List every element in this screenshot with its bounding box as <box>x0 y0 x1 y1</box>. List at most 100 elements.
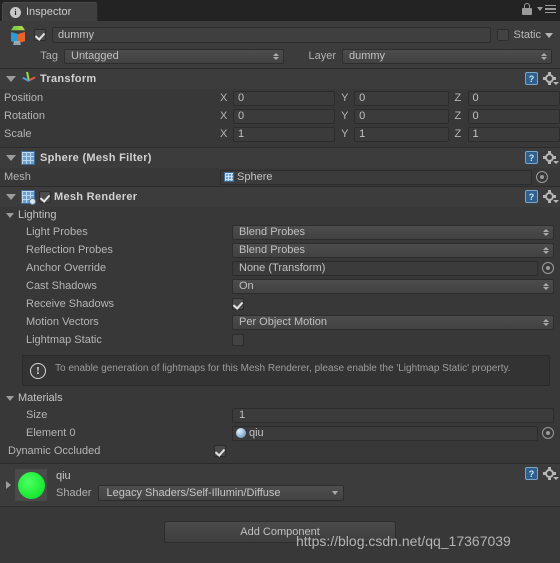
transform-axes-icon <box>21 71 36 87</box>
property-label: Element 0 <box>26 427 76 439</box>
property-label: Reflection Probes <box>26 244 113 256</box>
foldout-arrow-icon[interactable] <box>6 395 14 401</box>
gear-icon[interactable] <box>543 190 559 203</box>
help-icon[interactable]: ? <box>525 151 538 164</box>
hamburger-menu-icon[interactable] <box>537 4 556 14</box>
component-header-mesh-renderer[interactable]: Mesh Renderer ? <box>0 187 560 207</box>
warning-icon: ! <box>30 363 46 379</box>
dynamic-occluded-checkbox[interactable] <box>214 445 226 457</box>
scale-z-input[interactable]: 1 <box>467 126 560 142</box>
rotation-y-input[interactable]: 0 <box>354 108 449 124</box>
static-dropdown-icon[interactable] <box>545 32 553 38</box>
axis-label-y: Y <box>341 110 349 122</box>
component-header-actions: ? <box>525 190 559 203</box>
foldout-arrow-icon[interactable] <box>6 194 16 200</box>
motion-vectors-dropdown[interactable]: Per Object Motion <box>232 314 554 330</box>
gear-icon[interactable] <box>543 151 559 164</box>
object-picker-icon[interactable] <box>542 427 554 439</box>
section-lighting[interactable]: Lighting <box>0 207 560 223</box>
axis-label-z: Z <box>454 92 462 104</box>
property-label: Size <box>26 409 48 421</box>
materials-size-input[interactable]: 1 <box>232 407 554 423</box>
chevron-updown-icon <box>543 282 549 290</box>
property-label: Cast Shadows <box>26 280 97 292</box>
section-materials[interactable]: Materials <box>0 390 560 406</box>
material-shader-row: Shader Legacy Shaders/Self-Illumin/Diffu… <box>56 484 345 501</box>
static-checkbox[interactable] <box>497 29 510 41</box>
row-receive-shadows: Receive Shadows <box>0 295 560 313</box>
static-toggle-group: Static <box>497 29 553 41</box>
light-probes-dropdown[interactable]: Blend Probes <box>232 224 554 240</box>
divider <box>0 506 560 507</box>
component-header-transform[interactable]: Transform ? <box>0 69 560 89</box>
component-title-mesh-filter: Sphere (Mesh Filter) <box>40 152 152 164</box>
scale-y-input[interactable]: 1 <box>354 126 449 142</box>
help-icon[interactable]: ? <box>525 190 538 203</box>
gear-icon[interactable] <box>543 467 559 480</box>
layer-dropdown-value: dummy <box>349 50 386 62</box>
chevron-updown-icon <box>543 228 549 236</box>
lock-icon[interactable] <box>522 3 532 15</box>
tag-dropdown-value: Untagged <box>71 50 119 62</box>
shader-dropdown[interactable]: Legacy Shaders/Self-Illumin/Diffuse <box>98 484 345 501</box>
foldout-arrow-icon[interactable] <box>6 481 11 489</box>
position-y-input[interactable]: 0 <box>354 90 449 106</box>
scale-x-input[interactable]: 1 <box>233 126 336 142</box>
foldout-arrow-icon[interactable] <box>6 76 16 82</box>
gameobject-name-row: dummy Static <box>4 26 556 45</box>
component-header-actions: ? <box>525 72 559 85</box>
property-label: Rotation <box>4 110 45 122</box>
mesh-renderer-enabled-checkbox[interactable] <box>39 191 51 203</box>
chevron-down-icon <box>332 490 339 495</box>
mesh-renderer-body: Lighting Light Probes Blend Probes Refle… <box>0 207 560 463</box>
position-x-input[interactable]: 0 <box>233 90 336 106</box>
anchor-override-object-field[interactable]: None (Transform) <box>232 260 538 276</box>
light-probes-value: Blend Probes <box>239 226 306 238</box>
row-anchor-override: Anchor Override None (Transform) <box>0 259 560 277</box>
help-icon[interactable]: ? <box>525 72 538 85</box>
position-z-input[interactable]: 0 <box>467 90 560 106</box>
component-header-mesh-filter[interactable]: Sphere (Mesh Filter) ? <box>0 148 560 168</box>
anchor-override-value: None (Transform) <box>239 262 326 274</box>
axis-label-z: Z <box>454 128 462 140</box>
row-reflection-probes: Reflection Probes Blend Probes <box>0 241 560 259</box>
lightmap-static-checkbox[interactable] <box>232 334 244 346</box>
material-info: qiu Shader Legacy Shaders/Self-Illumin/D… <box>56 469 345 501</box>
row-motion-vectors: Motion Vectors Per Object Motion <box>0 313 560 331</box>
rotation-z-input[interactable]: 0 <box>467 108 560 124</box>
gameobject-active-checkbox[interactable] <box>34 29 46 41</box>
foldout-arrow-icon[interactable] <box>6 212 14 218</box>
info-icon: i <box>10 6 21 18</box>
gear-icon[interactable] <box>543 72 559 85</box>
property-label: Receive Shadows <box>26 298 115 310</box>
bottom-bar <box>0 558 560 563</box>
help-icon[interactable]: ? <box>525 467 538 480</box>
axis-label-x: X <box>220 92 228 104</box>
layer-dropdown[interactable]: dummy <box>342 48 552 64</box>
component-title-transform: Transform <box>40 73 97 85</box>
axis-label-x: X <box>220 110 228 122</box>
mesh-filter-icon <box>21 151 35 165</box>
chevron-updown-icon <box>543 246 549 254</box>
gameobject-name-input[interactable]: dummy <box>52 27 492 43</box>
rotation-x-input[interactable]: 0 <box>233 108 336 124</box>
material-preview-sphere <box>17 471 45 499</box>
tab-inspector[interactable]: i Inspector <box>2 2 98 21</box>
mesh-object-field[interactable]: Sphere <box>220 169 532 185</box>
axis-label-z: Z <box>454 110 462 122</box>
material-header[interactable]: qiu Shader Legacy Shaders/Self-Illumin/D… <box>0 464 560 506</box>
material-name: qiu <box>56 469 71 482</box>
cast-shadows-value: On <box>239 280 254 292</box>
cast-shadows-dropdown[interactable]: On <box>232 278 554 294</box>
section-materials-label: Materials <box>18 392 63 404</box>
reflection-probes-dropdown[interactable]: Blend Probes <box>232 242 554 258</box>
receive-shadows-checkbox[interactable] <box>232 298 244 310</box>
object-picker-icon[interactable] <box>536 171 548 183</box>
transform-row-position: Position X 0 Y 0 Z 0 <box>0 89 560 107</box>
row-materials-element-0: Element 0 qiu <box>0 424 560 442</box>
foldout-arrow-icon[interactable] <box>6 155 16 161</box>
object-picker-icon[interactable] <box>542 262 554 274</box>
material-element-0-object-field[interactable]: qiu <box>232 425 538 441</box>
property-label: Mesh <box>4 171 31 183</box>
tag-dropdown[interactable]: Untagged <box>64 48 284 64</box>
